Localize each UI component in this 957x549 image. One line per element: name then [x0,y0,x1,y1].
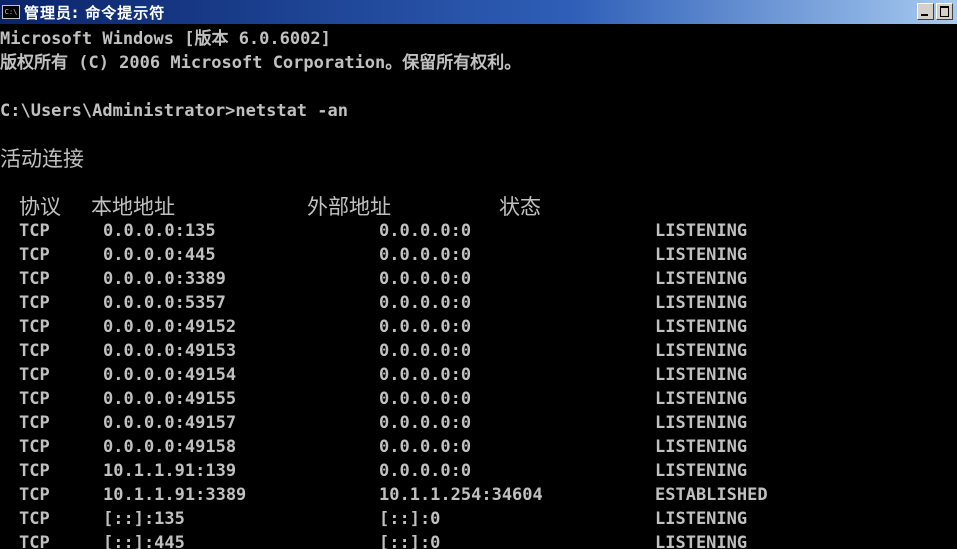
row-local-address: 0.0.0.0:49155 [103,389,237,409]
row-local-address: 0.0.0.0:49154 [103,365,237,385]
copyright-line: 版权所有 (C) 2006 Microsoft Corporation。保留所有… [0,51,957,75]
row-foreign-address: 0.0.0.0:0 [379,461,472,481]
row-local-address: [::]:445 [103,533,185,549]
row-state: LISTENING [655,269,748,289]
row-proto: TCP [19,317,50,337]
row-state: LISTENING [655,389,748,409]
row-state: LISTENING [655,365,748,385]
row-state: LISTENING [655,533,748,549]
table-row: TCP 0.0.0.0:49158 0.0.0.0:0 LISTENING [0,435,957,459]
row-foreign-address: 0.0.0.0:0 [379,221,472,241]
table-row: TCP [::]:135 [::]:0 LISTENING [0,507,957,531]
prompt-text: C:\Users\Administrator>netstat -an [0,101,348,121]
row-state: LISTENING [655,293,748,313]
row-proto: TCP [19,389,50,409]
table-header: 协议 本地地址 外部地址 状态 [0,195,957,219]
row-local-address: 0.0.0.0:49157 [103,413,237,433]
row-foreign-address: 0.0.0.0:0 [379,365,472,385]
row-foreign-address: 0.0.0.0:0 [379,245,472,265]
version-line: Microsoft Windows [版本 6.0.6002] [0,27,957,51]
row-foreign-address: 0.0.0.0:0 [379,413,472,433]
row-proto: TCP [19,533,50,549]
row-proto: TCP [19,365,50,385]
row-proto: TCP [19,245,50,265]
header-foreign-address: 外部地址 [307,195,391,219]
row-foreign-address: 0.0.0.0:0 [379,341,472,361]
maximize-button[interactable] [936,3,953,20]
table-row: TCP 0.0.0.0:445 0.0.0.0:0 LISTENING [0,243,957,267]
table-row: TCP 0.0.0.0:3389 0.0.0.0:0 LISTENING [0,267,957,291]
row-local-address: 0.0.0.0:445 [103,245,216,265]
window-controls [917,3,953,20]
row-foreign-address: [::]:0 [379,533,441,549]
row-local-address: 0.0.0.0:5357 [103,293,226,313]
row-proto: TCP [19,437,50,457]
row-state: ESTABLISHED [655,485,768,505]
table-row: TCP 0.0.0.0:49153 0.0.0.0:0 LISTENING [0,339,957,363]
row-proto: TCP [19,341,50,361]
row-foreign-address: 0.0.0.0:0 [379,317,472,337]
row-state: LISTENING [655,413,748,433]
title-bar[interactable]: C:\ 管理员: 命令提示符 [0,0,957,24]
row-local-address: 0.0.0.0:49158 [103,437,237,457]
table-row: TCP 0.0.0.0:49155 0.0.0.0:0 LISTENING [0,387,957,411]
table-row: TCP 0.0.0.0:49152 0.0.0.0:0 LISTENING [0,315,957,339]
table-row: TCP 0.0.0.0:49154 0.0.0.0:0 LISTENING [0,363,957,387]
console-output[interactable]: Microsoft Windows [版本 6.0.6002] 版权所有 (C)… [0,27,957,549]
header-local-address: 本地地址 [91,195,175,219]
version-text: Microsoft Windows [版本 6.0.6002] [0,29,331,49]
header-proto: 协议 [19,195,61,219]
row-local-address: 0.0.0.0:3389 [103,269,226,289]
row-state: LISTENING [655,341,748,361]
copyright-text: 版权所有 (C) 2006 Microsoft Corporation。保留所有… [0,53,522,73]
row-proto: TCP [19,509,50,529]
active-connections-text: 活动连接 [0,147,84,171]
prompt-line: C:\Users\Administrator>netstat -an [0,99,957,123]
row-proto: TCP [19,221,50,241]
table-row: TCP 10.1.1.91:139 0.0.0.0:0 LISTENING [0,459,957,483]
command-prompt-window: C:\ 管理员: 命令提示符 Microsoft Windows [版本 6.0… [0,0,957,549]
minimize-button[interactable] [917,3,934,20]
row-local-address: 10.1.1.91:139 [103,461,237,481]
row-proto: TCP [19,461,50,481]
row-state: LISTENING [655,461,748,481]
row-foreign-address: 0.0.0.0:0 [379,389,472,409]
row-foreign-address: 0.0.0.0:0 [379,437,472,457]
table-row: TCP [::]:445 [::]:0 LISTENING [0,531,957,549]
row-local-address: [::]:135 [103,509,185,529]
row-foreign-address: 10.1.1.254:34604 [379,485,543,505]
row-local-address: 0.0.0.0:49152 [103,317,237,337]
row-foreign-address: [::]:0 [379,509,441,529]
row-local-address: 10.1.1.91:3389 [103,485,247,505]
row-state: LISTENING [655,437,748,457]
window-title: 管理员: 命令提示符 [24,3,166,22]
table-row: TCP 10.1.1.91:3389 10.1.1.254:34604 ESTABLI… [0,483,957,507]
active-connections-heading: 活动连接 [0,147,957,171]
row-state: LISTENING [655,509,748,529]
table-row: TCP 0.0.0.0:135 0.0.0.0:0 LISTENING [0,219,957,243]
table-row: TCP 0.0.0.0:5357 0.0.0.0:0 LISTENING [0,291,957,315]
header-state: 状态 [499,195,541,219]
row-state: LISTENING [655,245,748,265]
row-proto: TCP [19,413,50,433]
row-state: LISTENING [655,317,748,337]
row-foreign-address: 0.0.0.0:0 [379,269,472,289]
row-state: LISTENING [655,221,748,241]
row-local-address: 0.0.0.0:135 [103,221,216,241]
console-icon[interactable]: C:\ [2,5,20,19]
row-proto: TCP [19,269,50,289]
row-foreign-address: 0.0.0.0:0 [379,293,472,313]
row-proto: TCP [19,293,50,313]
table-row: TCP 0.0.0.0:49157 0.0.0.0:0 LISTENING [0,411,957,435]
row-proto: TCP [19,485,50,505]
row-local-address: 0.0.0.0:49153 [103,341,237,361]
connection-table: TCP 0.0.0.0:135 0.0.0.0:0 LISTENING TCP 0.0.0… [0,219,957,549]
